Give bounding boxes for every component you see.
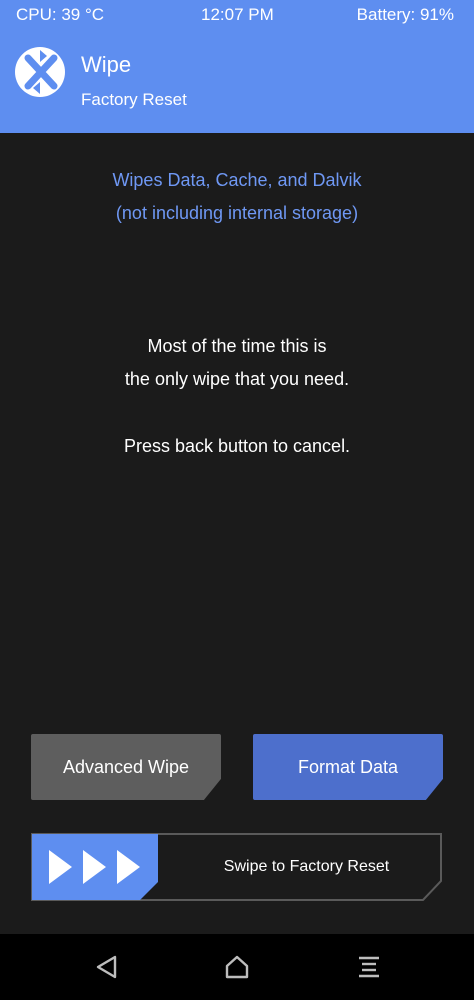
clock: 12:07 PM [201, 5, 274, 24]
twrp-logo-icon [15, 47, 65, 97]
home-icon[interactable] [224, 954, 250, 980]
wipe-description: Wipes Data, Cache, and Dalvik (not inclu… [0, 164, 474, 230]
battery-level: Battery: 91% [356, 5, 454, 24]
cancel-hint: Press back button to cancel. [123, 436, 351, 456]
wipe-message: Most of the time this is the only wipe t… [0, 330, 474, 396]
advanced-wipe-button[interactable]: Advanced Wipe [31, 734, 221, 800]
wipe-description-line2: (not including internal storage) [115, 203, 359, 223]
navigation-bar [0, 934, 474, 1000]
format-data-button[interactable]: Format Data [253, 734, 443, 800]
wipe-message-line1: Most of the time this is [147, 336, 327, 356]
format-data-label: Format Data [297, 756, 399, 777]
cpu-temperature: CPU: 39 °C [16, 5, 105, 24]
swipe-label: Swipe to Factory Reset [223, 858, 390, 875]
status-bar: CPU: 39 °C 12:07 PM Battery: 91% [0, 0, 474, 32]
page-subtitle: Factory Reset [81, 90, 187, 109]
wipe-description-line1: Wipes Data, Cache, and Dalvik [112, 170, 362, 190]
triple-arrow-icon[interactable] [32, 834, 158, 900]
back-triangle-icon[interactable] [94, 954, 120, 980]
advanced-wipe-label: Advanced Wipe [62, 756, 190, 777]
wipe-message-line2: the only wipe that you need. [124, 369, 350, 389]
menu-lines-icon[interactable] [356, 954, 382, 980]
page-title: Wipe [81, 52, 132, 77]
swipe-to-factory-reset[interactable]: Swipe to Factory Reset [31, 833, 442, 901]
page-header: Wipe Factory Reset [0, 32, 474, 133]
